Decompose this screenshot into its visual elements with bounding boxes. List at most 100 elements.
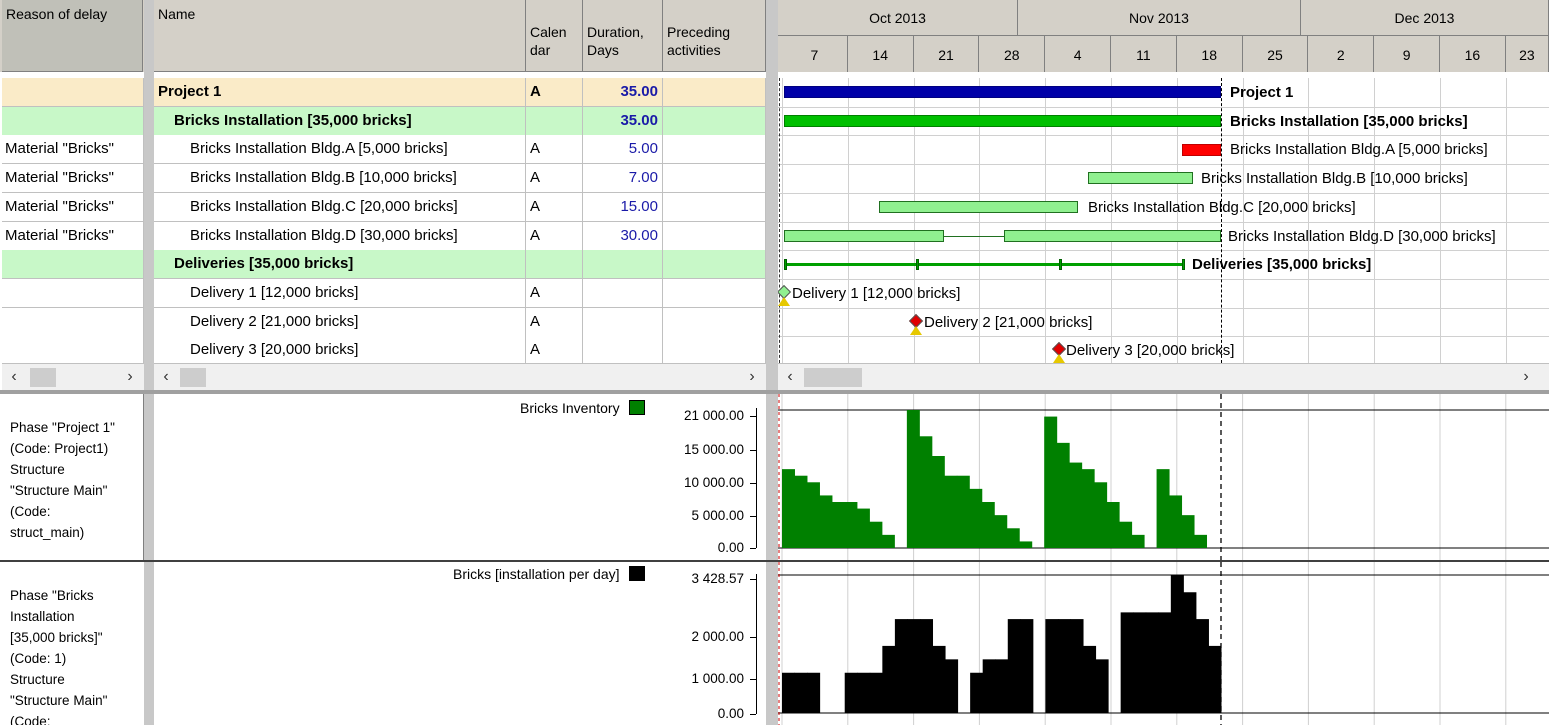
- y-tick-label: 10 000.00: [683, 475, 744, 490]
- day-header: 7: [782, 36, 848, 72]
- duration-cell[interactable]: [583, 307, 663, 337]
- installation-bar: [869, 672, 883, 713]
- name-cell[interactable]: Delivery 3 [20,000 bricks]: [154, 336, 526, 366]
- reason-cell[interactable]: [2, 78, 144, 107]
- gantt-scrollbar[interactable]: ‹ ›: [778, 363, 1549, 390]
- col-header-preceding[interactable]: Preceding activities: [663, 0, 766, 72]
- duration-cell[interactable]: 15.00: [583, 192, 663, 222]
- installation-bar: [857, 672, 871, 713]
- scroll-right-icon[interactable]: ›: [742, 364, 762, 390]
- reason-cell[interactable]: Material "Bricks": [2, 221, 144, 251]
- preceding-cell[interactable]: [663, 78, 766, 107]
- task-split-connector: [944, 235, 1004, 237]
- preceding-cell[interactable]: [663, 250, 766, 280]
- col-header-name[interactable]: Name: [154, 0, 526, 72]
- col-header-calendar[interactable]: Calen dar: [526, 0, 583, 72]
- preceding-cell[interactable]: [663, 221, 766, 251]
- reason-cell[interactable]: [2, 106, 144, 136]
- name-cell[interactable]: Bricks Installation Bldg.B [10,000 brick…: [154, 164, 526, 194]
- task-bar-bldg-c[interactable]: [879, 201, 1078, 214]
- reason-cell[interactable]: [2, 336, 144, 366]
- installation-bar: [995, 659, 1009, 713]
- reason-cell[interactable]: [2, 307, 144, 337]
- task-bar-bldg-a[interactable]: [1182, 143, 1221, 156]
- duration-header-label: Duration, Days: [587, 24, 644, 58]
- delivery-tick: [916, 259, 919, 271]
- calendar-cell[interactable]: [526, 106, 583, 136]
- deliveries-summary-line[interactable]: [784, 263, 1184, 267]
- name-cell[interactable]: Project 1: [154, 78, 526, 107]
- inventory-bar: [1131, 534, 1145, 548]
- duration-cell[interactable]: [583, 278, 663, 308]
- calendar-cell[interactable]: A: [526, 221, 583, 251]
- y-tick-label: 0.00: [717, 540, 744, 555]
- task-bar-bldg-d-part2[interactable]: [1004, 229, 1221, 242]
- duration-cell[interactable]: [583, 250, 663, 280]
- duration-cell[interactable]: 7.00: [583, 164, 663, 194]
- calendar-cell[interactable]: A: [526, 135, 583, 165]
- table-scrollbar[interactable]: ‹ ›: [154, 363, 766, 390]
- name-cell[interactable]: Delivery 2 [21,000 bricks]: [154, 307, 526, 337]
- col-header-reason[interactable]: Reason of delay: [2, 0, 143, 72]
- name-cell[interactable]: Bricks Installation Bldg.D [30,000 brick…: [154, 221, 526, 251]
- scroll-left-icon[interactable]: ‹: [780, 364, 800, 390]
- preceding-cell[interactable]: [663, 307, 766, 337]
- scroll-thumb[interactable]: [180, 368, 206, 387]
- inventory-bar: [1156, 469, 1170, 548]
- splitter-right[interactable]: [766, 0, 778, 725]
- calendar-cell[interactable]: A: [526, 78, 583, 107]
- gantt-gridline: [782, 78, 783, 368]
- calendar-cell[interactable]: A: [526, 307, 583, 337]
- reason-cell[interactable]: [2, 250, 144, 280]
- duration-cell[interactable]: 35.00: [583, 106, 663, 136]
- duration-cell[interactable]: 5.00: [583, 135, 663, 165]
- installation-bar: [919, 619, 934, 713]
- task-bar-bldg-d-part1[interactable]: [784, 229, 944, 242]
- calendar-cell[interactable]: A: [526, 336, 583, 366]
- calendar-cell[interactable]: A: [526, 278, 583, 308]
- duration-cell[interactable]: 30.00: [583, 221, 663, 251]
- preceding-cell[interactable]: [663, 278, 766, 308]
- installation-bar: [1007, 619, 1021, 713]
- phase-panel-project: Phase "Project 1" (Code: Project1) Struc…: [0, 394, 144, 560]
- name-cell[interactable]: Bricks Installation [35,000 bricks]: [154, 106, 526, 136]
- task-bar-bldg-b[interactable]: [1088, 172, 1193, 185]
- y-tick-label: 0.00: [717, 706, 744, 721]
- name-cell[interactable]: Bricks Installation Bldg.C [20,000 brick…: [154, 192, 526, 222]
- scroll-left-icon[interactable]: ‹: [4, 364, 24, 390]
- duration-cell[interactable]: [583, 336, 663, 366]
- duration-cell[interactable]: 35.00: [583, 78, 663, 107]
- preceding-cell[interactable]: [663, 135, 766, 165]
- summary-bar[interactable]: [784, 115, 1221, 128]
- installation-y-axis: 3 428.57 2 000.00 1 000.00 0.00: [664, 566, 764, 725]
- splitter-left[interactable]: [144, 0, 154, 725]
- project-bar[interactable]: [784, 86, 1221, 99]
- preceding-cell[interactable]: [663, 192, 766, 222]
- reason-cell[interactable]: Material "Bricks": [2, 192, 144, 222]
- preceding-cell[interactable]: [663, 336, 766, 366]
- scroll-right-icon[interactable]: ›: [120, 364, 140, 390]
- name-cell[interactable]: Deliveries [35,000 bricks]: [154, 250, 526, 280]
- scroll-thumb[interactable]: [30, 368, 56, 387]
- installation-bar: [1120, 612, 1134, 713]
- calendar-cell[interactable]: A: [526, 164, 583, 194]
- scroll-thumb[interactable]: [804, 368, 862, 387]
- preceding-cell[interactable]: [663, 106, 766, 136]
- name-cell[interactable]: Bricks Installation Bldg.A [5,000 bricks…: [154, 135, 526, 165]
- calendar-cell[interactable]: A: [526, 192, 583, 222]
- col-header-duration[interactable]: Duration, Days: [583, 0, 663, 72]
- inventory-bar: [1181, 515, 1195, 548]
- preceding-cell[interactable]: [663, 164, 766, 194]
- day-header: 14: [848, 36, 914, 72]
- scroll-right-icon[interactable]: ›: [1516, 364, 1536, 390]
- reason-cell[interactable]: [2, 278, 144, 308]
- reason-scrollbar[interactable]: ‹ ›: [2, 363, 144, 390]
- reason-cell[interactable]: Material "Bricks": [2, 164, 144, 194]
- scroll-left-icon[interactable]: ‹: [156, 364, 176, 390]
- calendar-cell[interactable]: [526, 250, 583, 280]
- warning-triangle-icon: [1053, 354, 1065, 364]
- reason-cell[interactable]: Material "Bricks": [2, 135, 144, 165]
- name-cell[interactable]: Delivery 1 [12,000 bricks]: [154, 278, 526, 308]
- inventory-bar: [906, 410, 920, 548]
- gantt-bar-label: Bricks Installation Bldg.C [20,000 brick…: [1088, 198, 1356, 216]
